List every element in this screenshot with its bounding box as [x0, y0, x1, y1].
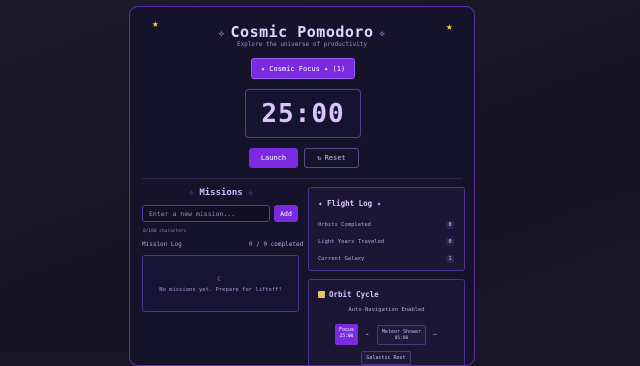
add-mission-button[interactable]: Add [274, 205, 298, 222]
step-name: Meteor Shower [381, 329, 422, 335]
missions-heading: ☆ Missions ☆ [142, 188, 300, 198]
empty-message: No missions yet. Prepare for liftoff! [159, 287, 282, 293]
flight-log-title: ✦ Flight Log ✦ [318, 199, 382, 208]
sparkle-icon: ✧ [217, 26, 226, 40]
step-time: 25:00 [339, 334, 354, 339]
stat-value: 0 [446, 238, 454, 246]
reset-button[interactable]: ↻ Reset [304, 148, 359, 168]
moon-icon: ☾ [217, 275, 222, 283]
stat-label: Current Galaxy [318, 256, 365, 262]
app-card: ★ ★ ✧ Cosmic Pomodoro ✧ Explore the univer… [129, 6, 475, 366]
step-name: Galactic Rest [366, 355, 406, 361]
section-divider [142, 178, 462, 179]
reset-label: Reset [324, 154, 346, 162]
step-time: 05:00 [394, 336, 409, 341]
launch-button[interactable]: Launch [249, 148, 298, 168]
stat-row: Current Galaxy 1 [318, 255, 454, 263]
auto-navigation-status: Auto-Navigation Enabled [348, 307, 425, 313]
step-name: Focus [338, 327, 355, 333]
arrow-right-icon: → [433, 331, 437, 338]
timer-display: 25:00 [245, 89, 361, 138]
orbit-cycle-title: Orbit Cycle [329, 290, 379, 299]
timer-value: 25:00 [261, 98, 345, 129]
cycle-step-meteor-shower: Meteor Shower 05:00 [377, 325, 426, 345]
page-subtitle: Explore the universe of productivity [236, 41, 368, 48]
title-text: Cosmic Pomodoro [230, 23, 374, 41]
stat-row: Orbits Completed 0 [318, 221, 454, 229]
orbit-cycle-panel: Orbit Cycle Auto-Navigation Enabled Focu… [308, 279, 465, 365]
calendar-icon [318, 291, 325, 298]
mission-list-empty: ☾ No missions yet. Prepare for liftoff! [142, 255, 299, 312]
orbit-cycle-heading: Orbit Cycle [318, 290, 379, 299]
cycle-step-focus: Focus 25:00 [335, 324, 358, 345]
cosmic-focus-mode-button[interactable]: ✦ Cosmic Focus ✦ (1) [251, 58, 355, 79]
mission-log-label: Mission Log [142, 241, 182, 248]
stat-row: Light Years Traveled 0 [318, 238, 454, 246]
stat-label: Orbits Completed [318, 222, 371, 228]
reset-icon: ↻ [317, 154, 322, 162]
mission-log-count: 0 / 0 completed [249, 241, 304, 248]
page-title: ✧ Cosmic Pomodoro ✧ [130, 23, 474, 41]
missions-title-text: Missions [199, 188, 243, 198]
stat-label: Light Years Traveled [318, 239, 385, 245]
star-outline-icon: ☆ [189, 188, 194, 197]
star-outline-icon: ☆ [248, 188, 253, 197]
arrow-right-icon: → [365, 331, 369, 338]
stat-value: 0 [446, 221, 454, 229]
sparkle-icon: ✧ [378, 26, 387, 40]
flight-log-panel: ✦ Flight Log ✦ Orbits Completed 0 Light … [308, 187, 465, 271]
character-count: 0/100 characters [143, 229, 187, 234]
stat-value: 1 [446, 255, 454, 263]
mission-input[interactable] [142, 205, 270, 222]
cycle-step-galactic-rest: Galactic Rest [361, 351, 411, 365]
